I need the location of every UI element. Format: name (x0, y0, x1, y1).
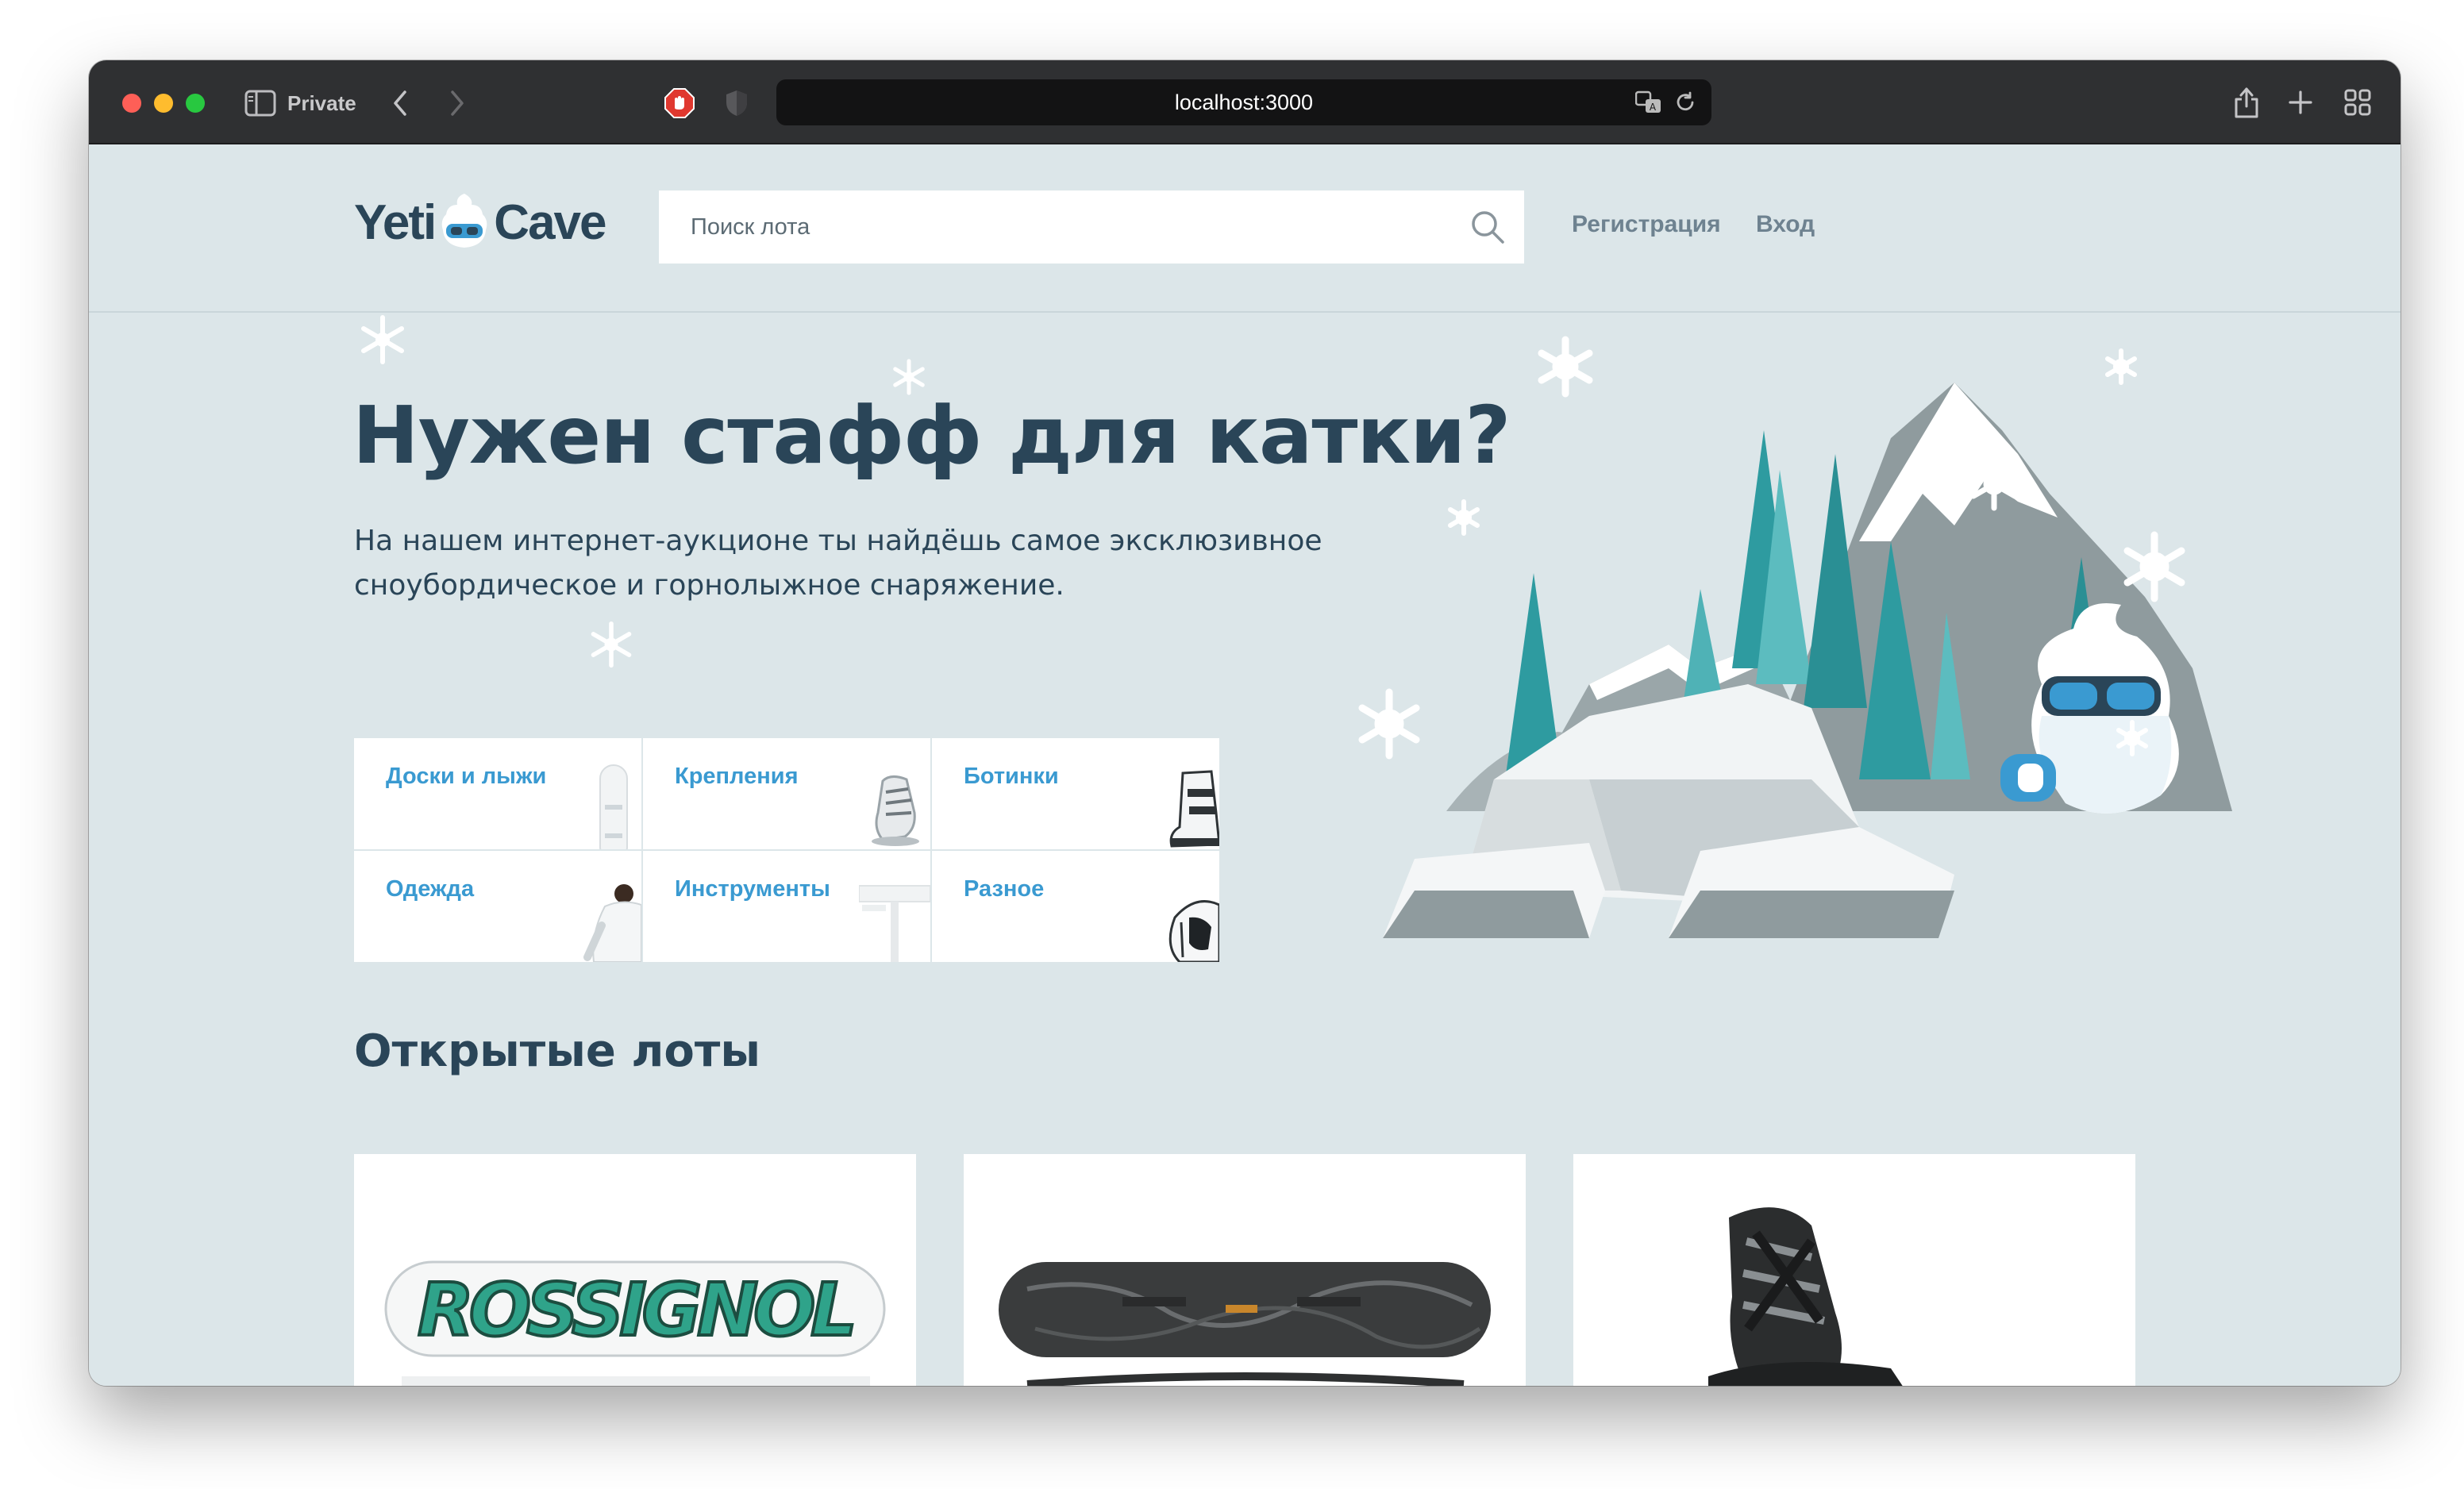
site-header: Yeti Cave Регистрация Вход (89, 144, 2400, 313)
lot-card[interactable] (1573, 1154, 2135, 1386)
search-form (659, 190, 1524, 264)
category-tools[interactable]: Инструменты (643, 851, 930, 962)
category-clothing[interactable]: Одежда (354, 851, 641, 962)
svg-text:A: A (1650, 102, 1657, 113)
goggles-icon (1168, 900, 1219, 962)
browser-toolbar: Private localhost:3000 A (89, 60, 2400, 144)
privacy-shield-icon[interactable] (719, 84, 754, 122)
snowboard-icon (599, 764, 628, 849)
back-arrow-icon[interactable] (383, 84, 418, 122)
hero-mountain-yeti-illustration (1358, 336, 2232, 938)
rossignol-snowboard-image: ROSSIGNOL (384, 1260, 886, 1386)
category-label: Крепления (675, 764, 799, 789)
browser-window: Private localhost:3000 A Yeti Cave Поиск… (89, 60, 2400, 1386)
category-boots[interactable]: Ботинки (932, 738, 1219, 849)
sidebar-toggle-icon[interactable] (244, 87, 276, 119)
share-icon[interactable] (2229, 83, 2264, 122)
snowflake-icon (361, 315, 404, 364)
lot-card[interactable] (964, 1154, 1526, 1386)
category-boards-and-skis[interactable]: Доски и лыжи (354, 738, 641, 849)
reload-icon[interactable] (1673, 90, 1697, 114)
search-icon[interactable] (1469, 208, 1507, 246)
address-bar-url: localhost:3000 (1174, 90, 1314, 114)
jacket-icon (583, 884, 641, 962)
category-bindings[interactable]: Крепления (643, 738, 930, 849)
login-link[interactable]: Вход (1756, 211, 1815, 238)
yeti-logo-icon (441, 194, 487, 248)
register-link[interactable]: Регистрация (1572, 211, 1721, 238)
tool-icon (859, 885, 930, 962)
tab-overview-icon[interactable] (2340, 84, 2375, 121)
search-input[interactable] (659, 190, 1524, 264)
site-logo[interactable]: Yeti Cave (354, 190, 607, 254)
close-window-button[interactable] (122, 94, 141, 113)
minimize-window-button[interactable] (154, 94, 173, 113)
lot-brand-print: ROSSIGNOL (418, 1268, 853, 1352)
binding-image (1708, 1207, 1903, 1386)
category-misc[interactable]: Разное (932, 851, 1219, 962)
promo-text: На нашем интернет-аукционе ты найдёшь са… (354, 525, 1322, 602)
translate-icon[interactable]: A (1634, 90, 1662, 114)
category-label: Разное (964, 876, 1045, 902)
category-label: Доски и лыжи (386, 764, 547, 789)
logo-text-right: Cave (494, 194, 606, 250)
logo-text-left: Yeti (354, 194, 437, 250)
category-grid: Доски и лыжи Крепления Ботинки Одежда Ин… (354, 738, 1219, 962)
snowflake-icon (591, 621, 632, 668)
binding-icon (872, 775, 919, 846)
category-label: Ботинки (964, 764, 1059, 789)
zoom-window-button[interactable] (186, 94, 205, 113)
new-tab-plus-icon[interactable] (2283, 84, 2318, 121)
category-label: Инструменты (675, 876, 830, 902)
lot-card[interactable]: ROSSIGNOL (354, 1154, 916, 1386)
boot-icon (1169, 770, 1219, 848)
address-bar[interactable]: localhost:3000 A (776, 79, 1711, 125)
web-page: Yeti Cave Регистрация Вход (89, 144, 2400, 1386)
forward-arrow-icon[interactable] (440, 84, 475, 122)
black-snowboard-image (999, 1262, 1491, 1386)
ad-blocker-extension-icon[interactable] (660, 84, 699, 122)
open-lots-title: Открытые лоты (354, 1025, 760, 1077)
private-mode-label: Private (287, 91, 356, 115)
category-label: Одежда (386, 876, 475, 902)
